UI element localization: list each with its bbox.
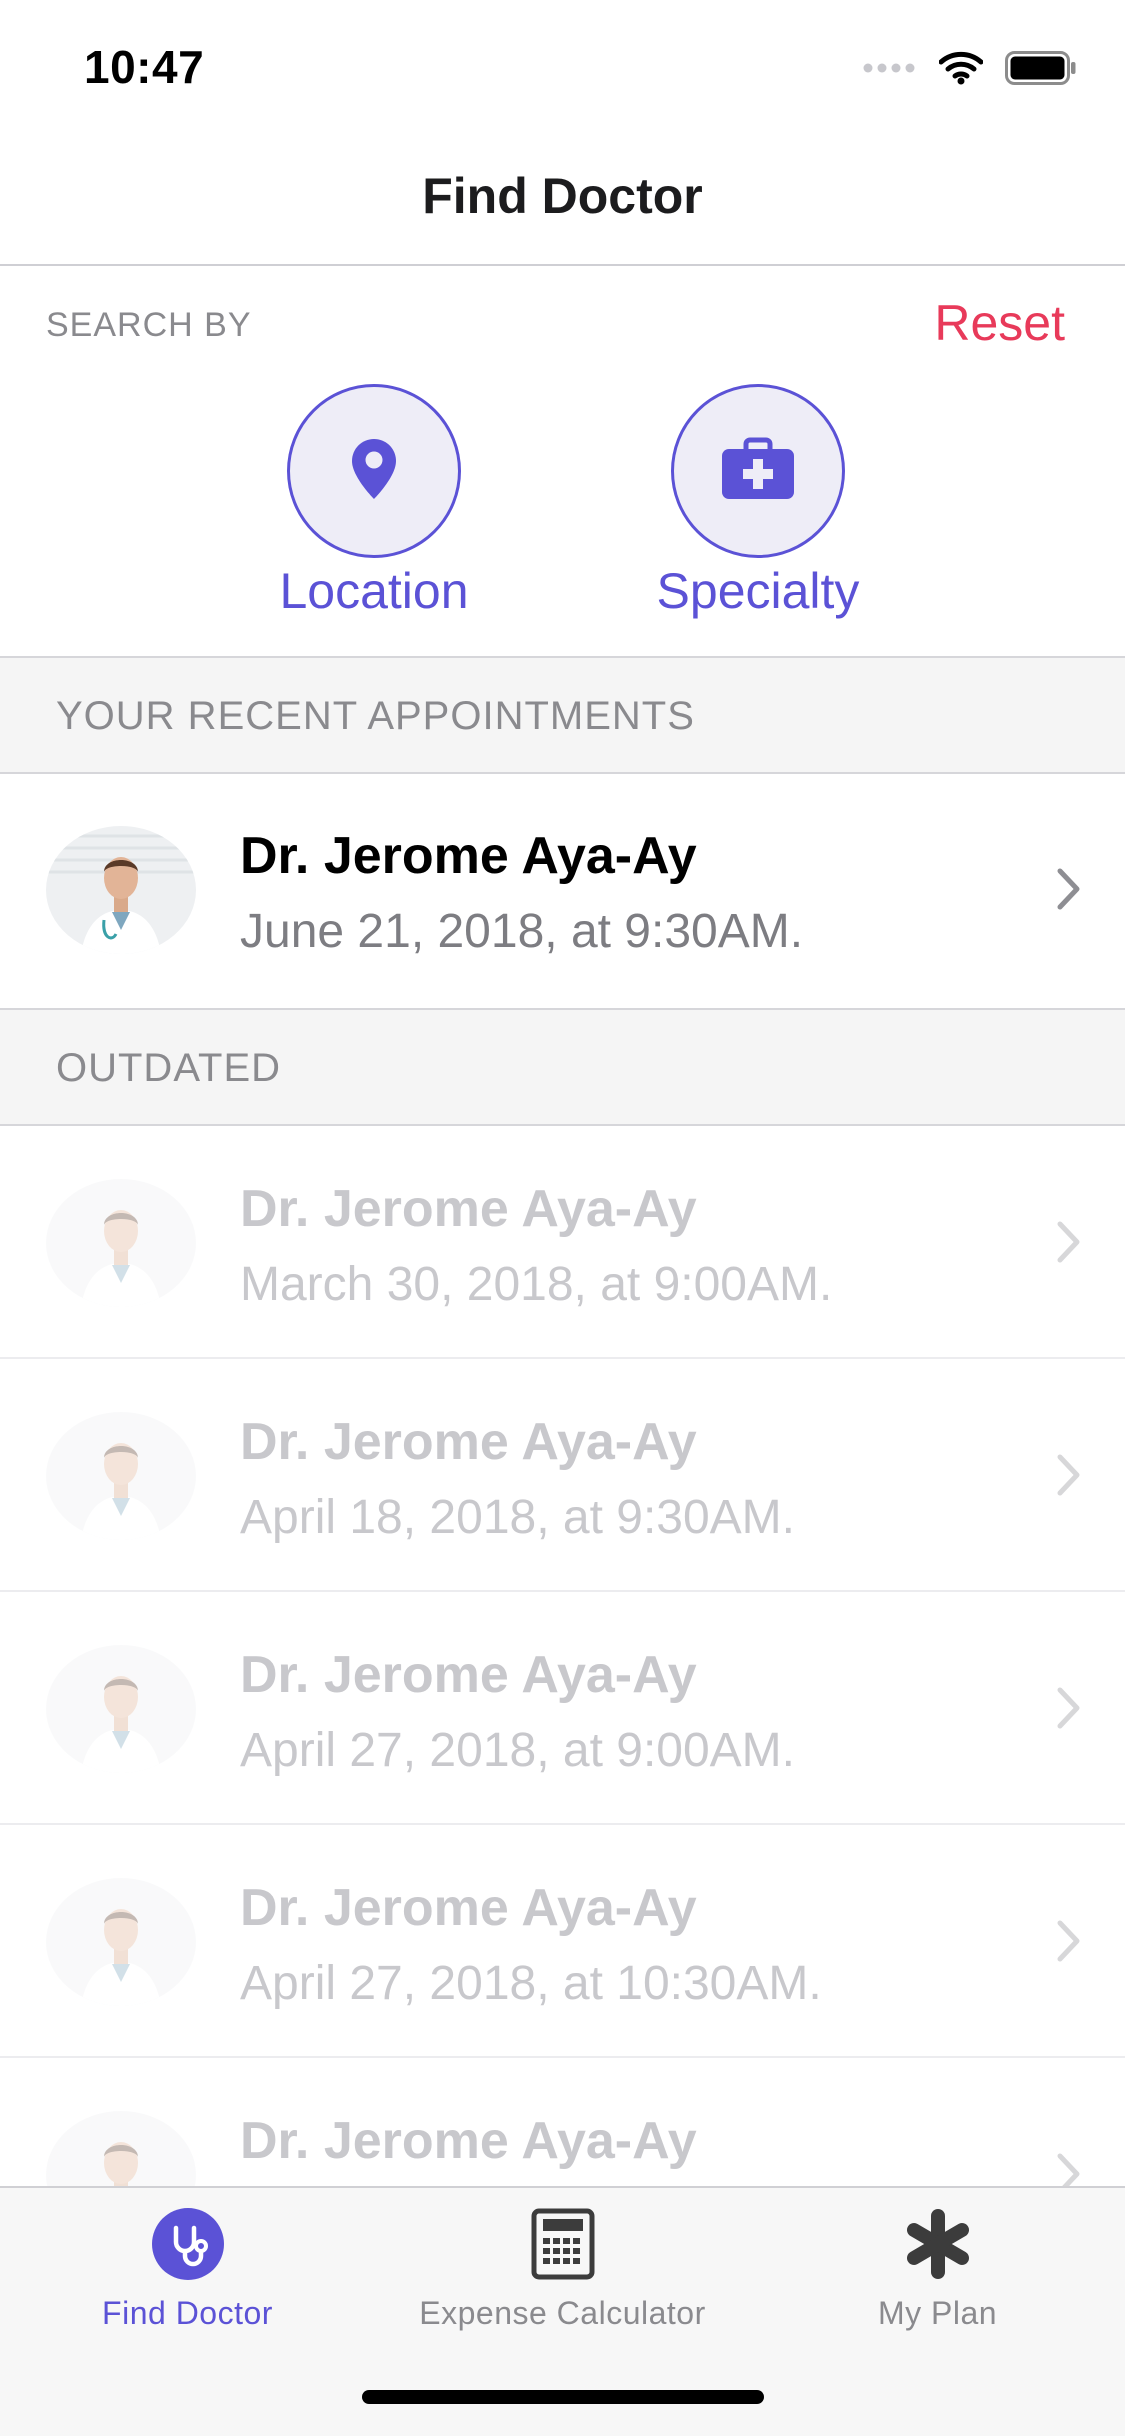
doctor-name: Dr. Jerome Aya-Ay xyxy=(240,827,697,885)
location-pin-icon xyxy=(350,437,398,506)
tab-label: Find Doctor xyxy=(102,2295,273,2331)
battery-icon xyxy=(1005,50,1077,90)
chevron-right-icon xyxy=(1057,1454,1081,1501)
tab-my-plan[interactable]: My Plan xyxy=(750,2208,1125,2332)
specialty-circle xyxy=(671,384,845,558)
outdated-header: OUTDATED xyxy=(0,1008,1125,1126)
status-icons xyxy=(863,48,1077,92)
tab-label: My Plan xyxy=(877,2295,998,2331)
doctor-avatar xyxy=(46,1878,196,2006)
location-circle xyxy=(287,384,461,558)
home-indicator[interactable] xyxy=(362,2390,764,2404)
chevron-right-icon xyxy=(1057,1221,1081,1268)
appointment-date: April 18, 2018, at 9:30AM. xyxy=(240,1491,795,1544)
appointment-date: April 27, 2018, at 9:00AM. xyxy=(240,1724,795,1777)
doctor-name: Dr. Jerome Aya-Ay xyxy=(240,1180,697,1238)
chevron-right-icon xyxy=(1057,868,1081,915)
doctor-name: Dr. Jerome Aya-Ay xyxy=(240,1879,697,1937)
chevron-right-icon xyxy=(1057,1920,1081,1967)
reset-button[interactable]: Reset xyxy=(934,294,1065,352)
doctor-avatar xyxy=(46,826,196,954)
doctor-avatar xyxy=(46,1645,196,1773)
row-separator xyxy=(0,1590,1125,1592)
search-by-section: SEARCH BY Reset Location Specialty xyxy=(0,266,1125,656)
doctor-avatar xyxy=(46,1412,196,1540)
specialty-label: Specialty xyxy=(656,563,860,619)
tab-expense-calculator[interactable]: Expense Calculator xyxy=(375,2208,750,2332)
doctor-name: Dr. Jerome Aya-Ay xyxy=(240,1413,697,1471)
status-bar: 10:47 xyxy=(0,0,1125,132)
navigation-bar: Find Doctor xyxy=(0,132,1125,266)
search-by-label: SEARCH BY xyxy=(46,306,252,344)
outdated-label: OUTDATED xyxy=(56,1046,282,1090)
specialty-search-button[interactable]: Specialty xyxy=(628,384,888,620)
asterisk-icon xyxy=(902,2208,974,2285)
recent-appointments-label: YOUR RECENT APPOINTMENTS xyxy=(56,694,695,738)
appointment-date: March 30, 2018, at 9:00AM. xyxy=(240,1258,833,1311)
appointment-date: June 21, 2018, at 9:30AM. xyxy=(240,905,804,958)
calculator-icon xyxy=(531,2208,595,2285)
row-separator xyxy=(0,2056,1125,2058)
chevron-right-icon xyxy=(1057,1687,1081,1734)
outdated-appointment-row[interactable]: Dr. Jerome Aya-Ay March 30, 2018, at 9:0… xyxy=(0,1127,1125,1359)
stethoscope-icon xyxy=(151,2208,224,2285)
cellular-signal-icon xyxy=(863,61,917,80)
appointment-date: April 27, 2018, at 10:30AM. xyxy=(240,1957,822,2010)
outdated-appointment-row[interactable]: Dr. Jerome Aya-Ay April 27, 2018, at 10:… xyxy=(0,1826,1125,2058)
recent-appointments-header: YOUR RECENT APPOINTMENTS xyxy=(0,656,1125,774)
status-time: 10:47 xyxy=(84,41,205,93)
tab-find-doctor[interactable]: Find Doctor xyxy=(0,2208,375,2332)
doctor-avatar xyxy=(46,1179,196,1307)
tab-label: Expense Calculator xyxy=(419,2295,706,2331)
location-label: Location xyxy=(279,563,469,619)
recent-appointment-row[interactable]: Dr. Jerome Aya-Ay June 21, 2018, at 9:30… xyxy=(0,774,1125,1006)
doctor-name: Dr. Jerome Aya-Ay xyxy=(240,1646,697,1704)
outdated-appointment-row[interactable]: Dr. Jerome Aya-Ay April 18, 2018, at 9:3… xyxy=(0,1360,1125,1592)
wifi-icon xyxy=(938,51,984,90)
location-search-button[interactable]: Location xyxy=(244,384,504,620)
row-separator xyxy=(0,1357,1125,1359)
page-title: Find Doctor xyxy=(422,168,703,224)
outdated-appointment-row[interactable]: Dr. Jerome Aya-Ay April 27, 2018, at 9:0… xyxy=(0,1593,1125,1825)
doctor-name: Dr. Jerome Aya-Ay xyxy=(240,2112,697,2170)
medical-kit-icon xyxy=(720,437,796,506)
row-separator xyxy=(0,1823,1125,1825)
